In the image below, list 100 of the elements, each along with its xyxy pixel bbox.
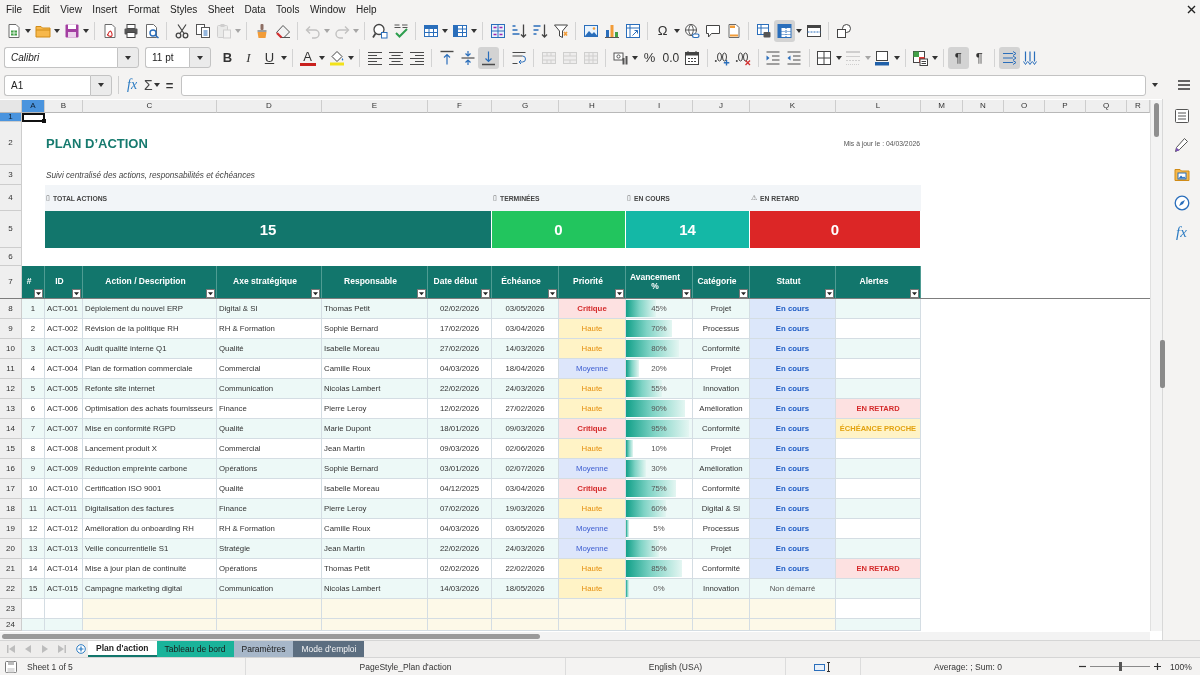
column-header[interactable]: L [836, 100, 921, 113]
pdf-export-icon[interactable] [101, 23, 118, 39]
caret-icon[interactable] [54, 29, 60, 33]
row-header[interactable]: 9 [0, 319, 22, 339]
menu-item[interactable]: File [6, 3, 23, 15]
menu-item[interactable]: Sheet [207, 3, 234, 15]
column-header[interactable]: A [22, 100, 45, 113]
row-header[interactable]: 20 [0, 539, 22, 559]
column-header[interactable]: D [217, 100, 322, 113]
column-header[interactable]: J [693, 100, 750, 113]
properties-icon[interactable] [1173, 108, 1190, 124]
banknote-icon[interactable] [612, 49, 629, 66]
row-header[interactable]: 11 [0, 359, 22, 379]
caret-icon[interactable] [153, 83, 160, 87]
column-header[interactable]: G [492, 100, 559, 113]
pencil-icon[interactable] [1173, 137, 1190, 153]
delete-decimal-icon[interactable] [735, 49, 752, 66]
column-header[interactable]: R [1127, 100, 1150, 113]
funnel-icon[interactable] [552, 23, 569, 39]
bold-button[interactable]: B [219, 49, 236, 66]
font-name-field[interactable]: Calibri [4, 47, 117, 68]
scrollbar-thumb[interactable] [1154, 103, 1159, 137]
font-color-button[interactable]: A [299, 49, 316, 66]
border-color-icon[interactable] [874, 49, 891, 66]
copy-icon[interactable] [194, 23, 211, 39]
zoom-slider-thumb[interactable] [1118, 662, 1122, 671]
plus-icon[interactable] [1154, 663, 1161, 670]
row-header[interactable]: 3 [0, 165, 22, 185]
column-header[interactable]: M [921, 100, 963, 113]
column-header[interactable]: C [83, 100, 217, 113]
minus-icon[interactable] [1079, 663, 1086, 670]
percent-format-button[interactable]: % [641, 49, 658, 66]
caret-icon[interactable] [796, 29, 802, 33]
align-top-icon[interactable] [438, 49, 455, 66]
row-header[interactable]: 7 [0, 266, 22, 299]
spellcheck-icon[interactable] [392, 23, 409, 39]
menu-item[interactable]: Insert [92, 3, 118, 15]
column-header[interactable]: N [963, 100, 1004, 113]
caret-icon[interactable] [98, 83, 104, 87]
text-left-to-right-icon[interactable] [998, 46, 1020, 69]
split-window-icon[interactable] [805, 23, 822, 39]
function-wizard-button[interactable]: fx [127, 77, 138, 93]
row-header[interactable]: 8 [0, 299, 22, 319]
row-header[interactable]: 19 [0, 519, 22, 539]
column-header[interactable]: I [626, 100, 693, 113]
menu-item[interactable]: View [60, 3, 82, 15]
menu-item[interactable]: Data [244, 3, 266, 15]
horizontal-scrollbar[interactable] [0, 632, 1150, 640]
formula-button[interactable]: = [165, 77, 174, 93]
scrollbar-thumb[interactable] [2, 633, 540, 639]
pivot-table-icon[interactable] [624, 23, 641, 39]
sum-button[interactable]: Σ [144, 77, 153, 93]
underline-button[interactable]: U [261, 49, 278, 66]
print-range-icon[interactable] [755, 23, 772, 39]
column-header[interactable]: Q [1086, 100, 1127, 113]
row-header[interactable]: 10 [0, 339, 22, 359]
row-header[interactable]: 14 [0, 419, 22, 439]
row-header[interactable]: 24 [0, 619, 22, 631]
caret-icon[interactable] [25, 29, 31, 33]
menu-icon[interactable] [1178, 80, 1190, 90]
caret-icon[interactable] [125, 55, 131, 60]
right-to-left-button[interactable]: ¶ [971, 49, 988, 66]
wrap-text-icon[interactable] [510, 49, 527, 66]
menu-item[interactable]: Styles [170, 3, 198, 15]
align-right-icon[interactable] [408, 49, 425, 66]
filter-dropdown-icon[interactable] [72, 289, 81, 298]
caret-icon[interactable] [471, 29, 477, 33]
compass-icon[interactable] [1173, 195, 1190, 211]
sort-dialog-icon[interactable] [489, 23, 506, 39]
speech-bubble-icon[interactable] [704, 23, 721, 39]
italic-button[interactable]: I [240, 49, 257, 66]
column-header[interactable]: H [559, 100, 626, 113]
filter-dropdown-icon[interactable] [910, 289, 919, 298]
menu-item[interactable]: Tools [276, 3, 300, 15]
caret-icon[interactable] [893, 55, 900, 60]
sheet-tab[interactable]: Paramètres [233, 641, 294, 657]
row-header[interactable]: 1 [0, 113, 22, 122]
language[interactable]: English (USA) [648, 661, 703, 672]
row-header[interactable]: 4 [0, 185, 22, 211]
text-top-to-bottom-icon[interactable] [1022, 49, 1039, 66]
name-box[interactable]: A1 [4, 74, 90, 96]
new-spreadsheet-icon[interactable] [5, 23, 22, 39]
align-bottom-icon[interactable] [478, 46, 499, 69]
sheet-tab[interactable]: Plan d'action [88, 641, 157, 657]
row-header[interactable]: 22 [0, 579, 22, 599]
dropdown-button[interactable] [90, 74, 112, 96]
row-header[interactable]: 12 [0, 379, 22, 399]
formula-input[interactable] [181, 74, 1146, 96]
filter-dropdown-icon[interactable] [682, 289, 691, 298]
add-decimal-icon[interactable] [714, 49, 731, 66]
table-columns-icon[interactable] [451, 23, 468, 39]
dropdown-button[interactable] [117, 47, 139, 68]
plus-circle-icon[interactable] [76, 644, 86, 654]
filter-dropdown-icon[interactable] [311, 289, 320, 298]
row-header[interactable]: 2 [0, 122, 22, 165]
caret-icon[interactable] [835, 55, 842, 60]
filter-dropdown-icon[interactable] [206, 289, 215, 298]
caret-icon[interactable] [442, 29, 448, 33]
menu-item[interactable]: Edit [32, 3, 50, 15]
row-header[interactable]: 23 [0, 599, 22, 619]
